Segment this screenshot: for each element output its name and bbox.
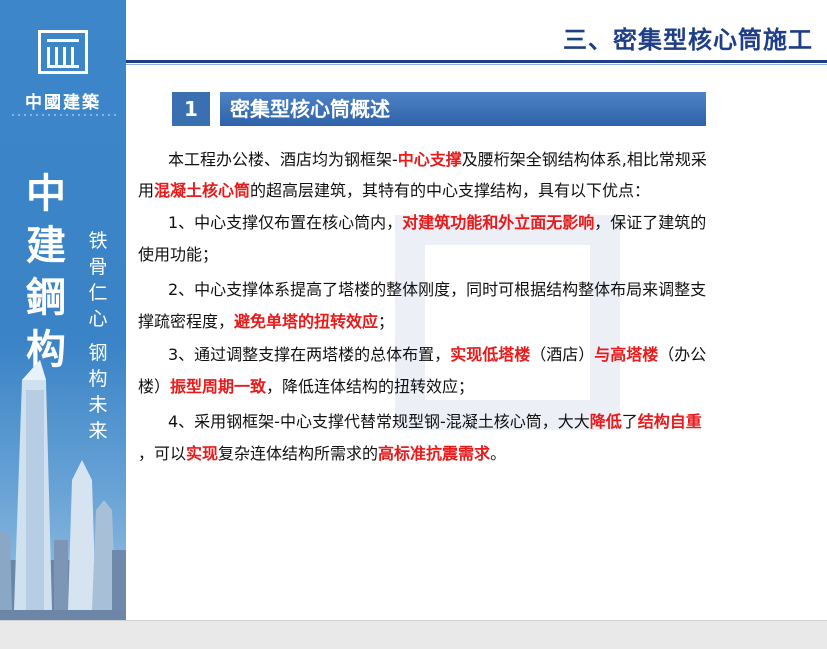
text-run: ，降低连体结构的扭转效应； (266, 377, 475, 396)
title-divider (126, 60, 827, 63)
watermark-logo-icon (395, 215, 620, 430)
body-line: 楼）振型周期一致，降低连体结构的扭转效应； (138, 377, 474, 397)
brand-sidebar: 中國建築 中 建 鋼 构 铁 骨 仁 心 钢 构 未 来 (0, 0, 126, 620)
text-run: 撑疏密程度， (138, 312, 235, 331)
text-run: （办公 (658, 345, 707, 364)
motto-char: 骨 (88, 256, 108, 278)
highlight-text: 与高塔楼 (594, 345, 659, 364)
highlight-text: 实现 (186, 444, 219, 463)
text-run: ，保证了建筑的 (594, 213, 707, 232)
body-line: 本工程办公楼、酒店均为钢框架-中心支撑及腰桁架全钢结构体系,相比常规采 (168, 150, 707, 170)
text-run: 及腰桁架全钢结构体系,相比常规采 (461, 150, 707, 169)
text-run: 。 (490, 444, 507, 463)
text-run: 用 (138, 181, 155, 200)
text-run: ，可以 (138, 444, 187, 463)
text-run: ； (378, 312, 395, 331)
status-bar (0, 620, 827, 649)
skyscraper-image (0, 360, 126, 620)
title-divider-thin (126, 64, 827, 65)
motto-char: 铁 (88, 230, 108, 252)
brand-name: 中國建築 (25, 93, 101, 113)
highlight-text: 避免单塔的扭转效应 (234, 312, 379, 331)
highlight-text: 结构自重 (637, 412, 702, 431)
body-line: ，可以实现复杂连体结构所需求的高标准抗震需求。 (138, 444, 506, 464)
text-run: 2、中心支撑体系提高了塔楼的整体刚度，同时可根据结构整体布局来调整支 (168, 280, 707, 299)
text-run: 了 (621, 412, 638, 431)
text-run: 4、采用钢框架-中心支撑代替常规型钢-混凝土核心筒，大大 (168, 412, 590, 431)
highlight-text: 降低 (589, 412, 622, 431)
big-char: 鋼 (26, 275, 66, 321)
highlight-text: 实现低塔楼 (450, 345, 531, 364)
highlight-text: 振型周期一致 (170, 377, 267, 396)
text-run: 复杂连体结构所需求的 (218, 444, 379, 463)
big-char: 建 (26, 223, 66, 269)
highlight-text: 混凝土核心筒 (154, 181, 251, 200)
highlight-text: 对建筑功能和外立面无影响 (402, 213, 595, 232)
highlight-text: 高标准抗震需求 (378, 444, 491, 463)
text-run: 本工程办公楼、酒店均为钢框架- (168, 150, 398, 169)
motto-char: 仁 (88, 282, 108, 304)
dotted-divider (10, 112, 116, 120)
body-line: 1、中心支撑仅布置在核心筒内，对建筑功能和外立面无影响，保证了建筑的 (168, 213, 706, 233)
body-line: 用混凝土核心筒的超高层建筑，其特有的中心支撑结构，具有以下优点： (138, 181, 650, 201)
section-title: 密集型核心筒概述 (220, 92, 706, 126)
cscec-logo-icon (38, 30, 88, 74)
body-line: 使用功能； (138, 245, 218, 265)
body-line: 3、通过调整支撑在两塔楼的总体布置，实现低塔楼（酒店）与高塔楼（办公 (168, 345, 706, 365)
text-run: 1、中心支撑仅布置在核心筒内， (168, 213, 403, 232)
body-line: 4、采用钢框架-中心支撑代替常规型钢-混凝土核心筒，大大降低了结构自重 (168, 412, 702, 432)
big-char: 中 (26, 171, 66, 217)
body-line: 2、中心支撑体系提高了塔楼的整体刚度，同时可根据结构整体布局来调整支 (168, 280, 706, 300)
text-run: 3、通过调整支撑在两塔楼的总体布置， (168, 345, 451, 364)
text-run: （酒店） (530, 345, 595, 364)
motto-char: 心 (88, 308, 108, 330)
body-line: 撑疏密程度，避免单塔的扭转效应； (138, 312, 394, 332)
section-number: 1 (172, 92, 210, 126)
slide-title: 三、密集型核心筒施工 (563, 26, 813, 54)
text-run: 使用功能； (138, 245, 219, 264)
brand-big-text: 中 建 鋼 构 (18, 168, 74, 376)
highlight-text: 中心支撑 (397, 150, 462, 169)
text-run: 的超高层建筑，其特有的中心支撑结构，具有以下优点： (250, 181, 651, 200)
text-run: 楼） (138, 377, 171, 396)
